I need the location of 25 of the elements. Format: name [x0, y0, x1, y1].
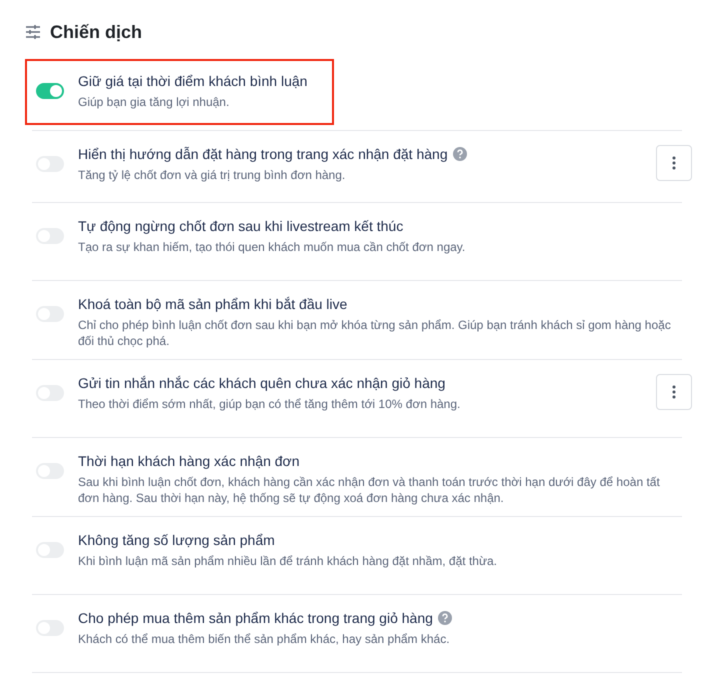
sliders-icon — [25, 25, 41, 39]
help-icon[interactable] — [452, 147, 467, 161]
setting-description: Sau khi bình luận chốt đơn, khách hàng cần xác nhận đơn và thanh toán trước thời hạn dưới đây để hoàn tất đơn hàng. Sau thời hạn này, hệ thống sẽ tự động xoá đơn hàng chưa xác nhận. — [78, 474, 661, 506]
setting-description: Theo thời điểm sớm nhất, giúp bạn có thể tăng thêm tới 10% đơn hàng. — [78, 396, 462, 412]
setting-description: Tạo ra sự khan hiếm, tạo thói quen khách muốn mua cần chốt đơn ngay. — [78, 239, 466, 255]
setting-title: Cho phép mua thêm sản phẩm khác trong trang giỏ hàng — [78, 609, 433, 627]
toggle-switch[interactable] — [36, 83, 64, 99]
setting-description: Khách có thể mua thêm biến thể sản phẩm khác, hay sản phẩm khác. — [78, 631, 451, 647]
section-title: Chiến dịch — [50, 22, 142, 42]
setting-title: Hiển thị hướng dẫn đặt hàng trong trang xác nhận đặt hàng — [78, 145, 448, 163]
setting-title: Tự động ngừng chốt đơn sau khi livestream kết thúc — [78, 217, 404, 235]
setting-description: Tăng tỷ lệ chốt đơn và giá trị trung bình đơn hàng. — [78, 167, 346, 183]
setting-title: Không tăng số lượng sản phẩm — [78, 531, 275, 549]
setting-description: Giúp bạn gia tăng lợi nhuận. — [78, 94, 230, 110]
more-button[interactable] — [656, 145, 692, 181]
setting-description: Khi bình luận mã sản phẩm nhiều lần để tránh khách hàng đặt nhầm, đặt thừa. — [78, 553, 498, 569]
setting-description: Chỉ cho phép bình luận chốt đơn sau khi bạn mở khóa từng sản phẩm. Giúp bạn tránh khách sỉ gom hàng hoặc đối thủ chọc phá. — [78, 317, 672, 349]
setting-title: Thời hạn khách hàng xác nhận đơn — [78, 452, 300, 470]
more-button[interactable] — [656, 374, 692, 410]
setting-title: Gửi tin nhắn nhắc các khách quên chưa xác nhận giỏ hàng — [78, 374, 446, 392]
help-icon[interactable] — [438, 611, 452, 625]
more-dots-icon — [672, 156, 676, 170]
setting-title: Khoá toàn bộ mã sản phẩm khi bắt đầu live — [78, 295, 348, 313]
more-dots-icon — [672, 385, 676, 399]
setting-title: Giữ giá tại thời điểm khách bình luận — [78, 72, 308, 90]
